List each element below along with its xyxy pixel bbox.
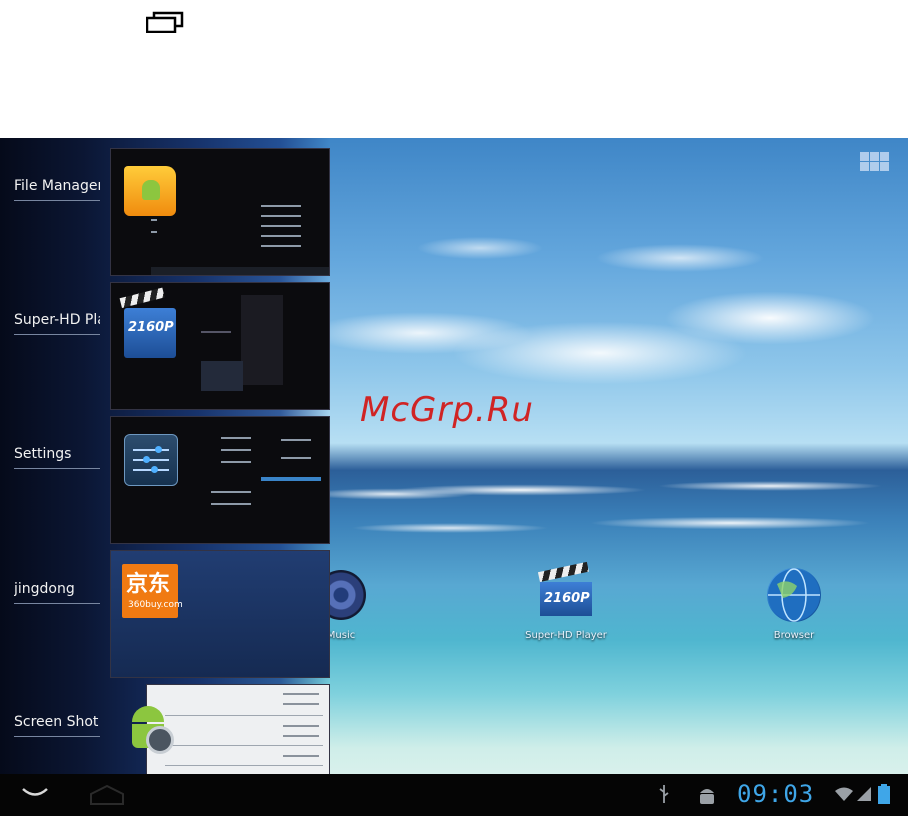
sea-waves: [300, 478, 908, 538]
tablet-screen: Music 2160P Super-HD Player Browser File…: [0, 138, 908, 816]
desktop-shortcut-browser[interactable]: Browser: [766, 568, 822, 641]
file-manager-folder-icon: [124, 166, 176, 216]
back-icon[interactable]: [22, 786, 48, 800]
recent-app-label-super-hd-player[interactable]: Super-HD Player: [14, 312, 100, 335]
home-icon[interactable]: [88, 784, 126, 806]
icon-text: 2160P: [544, 591, 590, 606]
usb-icon: [659, 785, 669, 803]
icon-text: 京东: [126, 572, 171, 597]
desktop-shortcut-label: Super-HD Player: [525, 630, 607, 641]
android-debug-icon: [700, 789, 714, 804]
signal-icon: [857, 787, 871, 801]
jingdong-icon: 京东 360buy.com: [122, 564, 183, 618]
system-bar: 09:03: [0, 774, 908, 816]
icon-subtext: 360buy.com: [128, 600, 183, 610]
apps-grid-icon[interactable]: [860, 152, 890, 172]
clock: 09:03: [737, 780, 815, 808]
recent-app-label-jingdong[interactable]: jingdong: [14, 581, 100, 604]
watermark: McGrp.Ru: [360, 390, 534, 430]
icon-text: 2160P: [128, 320, 174, 335]
recent-app-label-file-manager[interactable]: File Manager: [14, 178, 100, 201]
recent-app-label-settings[interactable]: Settings: [14, 446, 100, 469]
desktop-shortcut-label: Browser: [773, 630, 815, 641]
recent-app-label-screen-shot[interactable]: Screen Shot: [14, 714, 100, 737]
recent-apps-panel: File Manager Super-HD Player 2160P Setti…: [0, 138, 330, 812]
browser-globe-icon: [767, 568, 821, 622]
settings-sliders-icon: [124, 434, 178, 486]
recent-apps-icon[interactable]: [146, 11, 184, 33]
screen-shot-android-icon: [124, 702, 176, 754]
super-hd-player-icon: 2160P: [124, 308, 176, 358]
wifi-icon: [835, 787, 853, 801]
desktop-shortcut-super-hd-player[interactable]: 2160P Super-HD Player: [525, 568, 607, 641]
super-hd-player-icon: 2160P: [540, 582, 592, 616]
battery-icon: [878, 784, 890, 804]
